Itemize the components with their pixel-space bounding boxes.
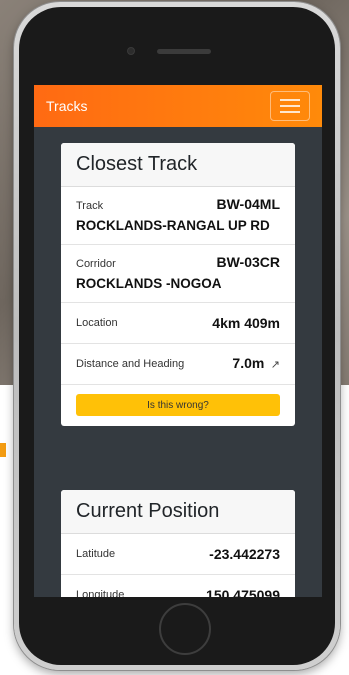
location-value: 4km 409m [212, 315, 280, 331]
navbar-brand[interactable]: Tracks [46, 98, 87, 114]
hamburger-icon [280, 99, 300, 101]
is-this-wrong-button[interactable]: Is this wrong? [76, 394, 280, 416]
current-position-title: Current Position [61, 490, 295, 534]
app-screen: Tracks Closest Track Track BW-04ML ROCKL… [34, 85, 322, 597]
latitude-value: -23.442273 [209, 546, 280, 562]
track-name: ROCKLANDS-RANGAL UP RD [76, 218, 270, 233]
location-label: Location [76, 317, 118, 329]
longitude-value: 150.475099 [206, 587, 280, 597]
menu-toggle-button[interactable] [270, 91, 310, 121]
current-position-card: Current Position Latitude -23.442273 Lon… [61, 490, 295, 597]
latitude-row: Latitude -23.442273 [61, 534, 295, 575]
distance-label: Distance and Heading [76, 358, 185, 370]
location-row: Location 4km 409m [61, 303, 295, 344]
longitude-label: Longitude [76, 589, 125, 597]
track-label: Track [76, 200, 104, 212]
heading-arrow-icon: ↗ [270, 359, 280, 371]
home-button[interactable] [159, 603, 211, 655]
closest-track-card: Closest Track Track BW-04ML ROCKLANDS-RA… [61, 143, 295, 426]
latitude-label: Latitude [76, 548, 116, 560]
corridor-name: ROCKLANDS -NOGOA [76, 276, 222, 291]
corridor-code: BW-03CR [216, 254, 281, 270]
corridor-row: Corridor BW-03CR ROCKLANDS -NOGOA [61, 245, 295, 303]
navbar: Tracks [34, 85, 322, 127]
wrong-button-wrap: Is this wrong? [61, 385, 295, 426]
distance-value: 7.0m [232, 355, 265, 371]
background-orange-mark [0, 443, 6, 457]
longitude-row: Longitude 150.475099 [61, 575, 295, 597]
track-code: BW-04ML [216, 196, 281, 212]
speaker-grille [157, 49, 211, 54]
corridor-label: Corridor [76, 258, 116, 270]
closest-track-title: Closest Track [61, 143, 295, 187]
camera-icon [127, 47, 135, 55]
distance-row: Distance and Heading 7.0m ↗ [61, 344, 295, 385]
track-row: Track BW-04ML ROCKLANDS-RANGAL UP RD [61, 187, 295, 245]
